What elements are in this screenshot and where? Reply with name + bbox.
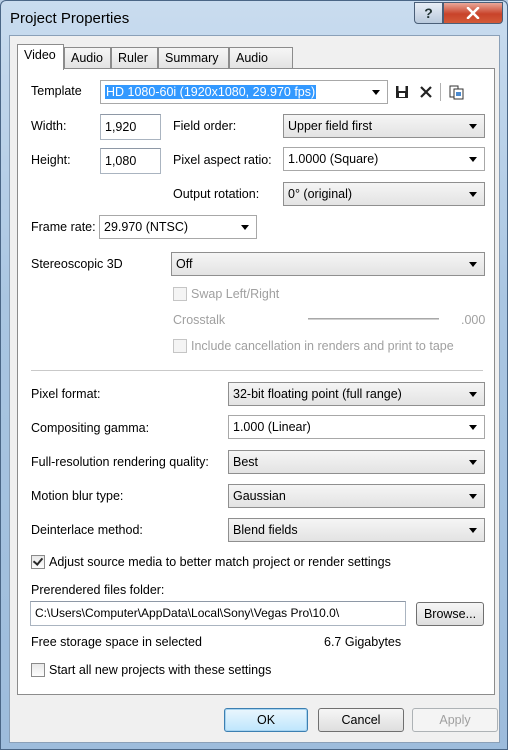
prerender-label: Prerendered files folder: — [31, 583, 165, 597]
swap-label: Swap Left/Right — [191, 287, 280, 301]
height-label: Height: — [31, 153, 71, 167]
pixel-format-combo[interactable]: 32-bit floating point (full range) — [228, 382, 485, 406]
tab-audio-cd[interactable]: Audio CD — [229, 47, 293, 85]
chevron-down-icon — [469, 124, 477, 129]
frame-rate-combo[interactable]: 29.970 (NTSC) — [99, 215, 257, 239]
deinterlace-value: Blend fields — [233, 523, 298, 537]
compositing-gamma-value: 1.000 (Linear) — [233, 420, 311, 434]
prerender-path-field[interactable]: C:\Users\Computer\AppData\Local\Sony\Veg… — [30, 601, 406, 626]
pixel-format-value: 32-bit floating point (full range) — [233, 387, 402, 401]
motion-blur-value: Gaussian — [233, 489, 286, 503]
delete-icon — [420, 86, 432, 98]
field-order-combo[interactable]: Upper field first — [283, 114, 485, 138]
match-media-icon — [449, 85, 464, 100]
pixel-aspect-label: Pixel aspect ratio: — [173, 153, 272, 167]
section-divider — [31, 370, 483, 371]
chevron-down-icon — [372, 90, 380, 95]
chevron-down-icon — [469, 192, 477, 197]
motion-blur-label: Motion blur type: — [31, 489, 124, 503]
include-cancel-label: Include cancellation in renders and prin… — [191, 339, 454, 353]
close-button[interactable] — [443, 2, 503, 24]
apply-button[interactable]: Apply — [412, 708, 498, 732]
help-icon: ? — [424, 5, 433, 21]
chevron-down-icon — [469, 262, 477, 267]
output-rotation-combo[interactable]: 0° (original) — [283, 182, 485, 206]
frame-rate-label: Frame rate: — [31, 220, 96, 234]
tab-summary[interactable]: Summary — [158, 47, 229, 69]
stereoscopic-label: Stereoscopic 3D — [31, 257, 123, 271]
crosstalk-slider[interactable] — [308, 318, 439, 320]
motion-blur-combo[interactable]: Gaussian — [228, 484, 485, 508]
width-field[interactable]: 1,920 — [100, 114, 161, 140]
stereoscopic-value: Off — [176, 257, 193, 271]
pixel-aspect-value: 1.0000 (Square) — [288, 152, 379, 166]
field-order-label: Field order: — [173, 119, 237, 133]
template-combo[interactable]: HD 1080-60i (1920x1080, 29.970 fps) — [100, 80, 388, 104]
chevron-down-icon — [469, 425, 477, 430]
save-template-button[interactable] — [393, 83, 411, 101]
toolbar-separator — [440, 83, 441, 101]
crosstalk-value: .000 — [461, 313, 486, 327]
template-value: HD 1080-60i (1920x1080, 29.970 fps) — [105, 85, 317, 99]
chevron-down-icon — [469, 157, 477, 162]
adjust-source-label: Adjust source media to better match proj… — [49, 555, 391, 569]
deinterlace-label: Deinterlace method: — [31, 523, 143, 537]
stereoscopic-combo[interactable]: Off — [171, 252, 485, 276]
chevron-down-icon — [469, 494, 477, 499]
start-all-checkbox[interactable] — [31, 663, 45, 677]
adjust-source-checkbox[interactable] — [31, 555, 45, 569]
close-icon — [466, 7, 480, 19]
free-space-value: 6.7 Gigabytes — [324, 635, 402, 649]
height-field[interactable]: 1,080 — [100, 148, 161, 174]
render-quality-value: Best — [233, 455, 259, 469]
deinterlace-combo[interactable]: Blend fields — [228, 518, 485, 542]
render-quality-label: Full-resolution rendering quality: — [31, 455, 209, 469]
field-order-value: Upper field first — [288, 119, 373, 133]
tab-ruler[interactable]: Ruler — [111, 47, 158, 69]
free-space-label: Free storage space in selected — [31, 635, 202, 649]
width-label: Width: — [31, 119, 67, 133]
window-title: Project Properties — [10, 10, 130, 27]
start-all-label: Start all new projects with these settin… — [49, 663, 272, 677]
chevron-down-icon — [469, 528, 477, 533]
save-icon — [396, 86, 408, 98]
output-rotation-label: Output rotation: — [173, 187, 260, 201]
chevron-down-icon — [469, 460, 477, 465]
render-quality-combo[interactable]: Best — [228, 450, 485, 474]
pixel-aspect-combo[interactable]: 1.0000 (Square) — [283, 147, 485, 171]
browse-button[interactable]: Browse... — [416, 602, 484, 626]
frame-rate-value: 29.970 (NTSC) — [104, 220, 189, 234]
tab-video[interactable]: Video — [17, 44, 64, 70]
pixel-format-label: Pixel format: — [31, 387, 101, 401]
crosstalk-label: Crosstalk — [173, 313, 226, 327]
ok-button[interactable]: OK — [224, 708, 308, 732]
cancel-button[interactable]: Cancel — [318, 708, 404, 732]
help-button[interactable]: ? — [414, 2, 443, 24]
output-rotation-value: 0° (original) — [288, 187, 353, 201]
chevron-down-icon — [469, 392, 477, 397]
delete-template-button[interactable] — [417, 83, 435, 101]
chevron-down-icon — [241, 225, 249, 230]
match-media-button[interactable] — [447, 83, 467, 101]
dialog-window: Project Properties ? Video Audio Ruler S… — [0, 0, 508, 750]
checkmark-icon — [32, 555, 44, 566]
template-label: Template — [31, 84, 82, 98]
tab-audio[interactable]: Audio — [64, 47, 111, 69]
compositing-gamma-combo[interactable]: 1.000 (Linear) — [228, 415, 485, 439]
compositing-gamma-label: Compositing gamma: — [31, 421, 150, 435]
swap-checkbox[interactable] — [173, 287, 187, 301]
include-cancel-checkbox[interactable] — [173, 339, 187, 353]
